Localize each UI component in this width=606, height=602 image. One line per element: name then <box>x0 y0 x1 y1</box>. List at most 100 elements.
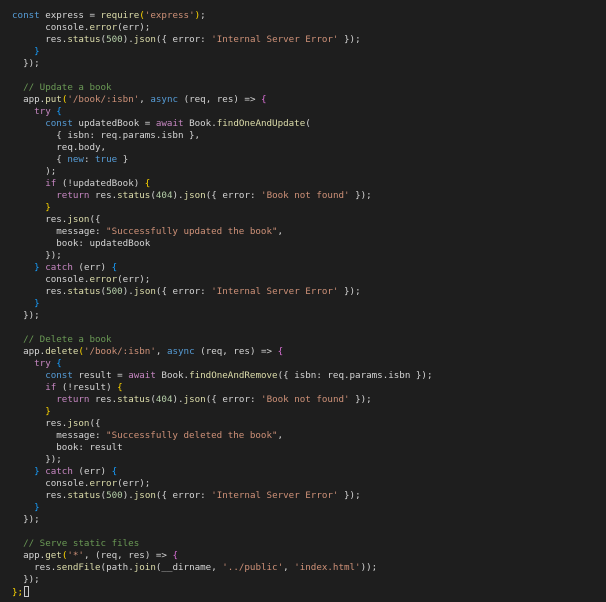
code-token: updatedBook = <box>72 118 156 129</box>
code-token: ). <box>122 286 134 297</box>
code-token: res. <box>12 214 68 225</box>
code-token: }; <box>12 587 24 598</box>
code-token: 'express' <box>144 10 195 21</box>
code-line: }; <box>12 586 606 598</box>
code-token: message: <box>12 430 107 441</box>
code-token: status <box>67 286 101 297</box>
code-token: book: result <box>12 442 123 453</box>
code-token: : <box>83 154 96 165</box>
code-line: if (!result) { <box>12 382 606 394</box>
code-token: )); <box>360 562 378 573</box>
code-line: // Serve static files <box>12 538 606 550</box>
code-token: json <box>67 214 90 225</box>
code-token: // Delete a book <box>12 334 112 345</box>
code-token: res. <box>12 34 68 45</box>
code-token: async <box>166 346 195 357</box>
code-token: await <box>155 118 184 129</box>
code-token: 404 <box>155 394 173 405</box>
code-line: }); <box>12 250 606 262</box>
code-editor[interactable]: const express = require('express'); cons… <box>0 0 606 602</box>
code-line: } catch (err) { <box>12 262 606 274</box>
code-line: res.status(500).json({ error: 'Internal … <box>12 490 606 502</box>
code-line: ); <box>12 166 606 178</box>
code-token: return <box>56 190 90 201</box>
code-token: , <box>283 562 295 573</box>
code-line: console.error(err); <box>12 274 606 286</box>
code-token: }); <box>12 454 62 465</box>
code-token: , (req, res) => <box>83 550 173 561</box>
code-token: ({ error: <box>205 394 262 405</box>
code-token: json <box>133 490 156 501</box>
code-token: { <box>277 346 284 357</box>
code-token: status <box>67 34 101 45</box>
code-token: (err); <box>117 22 151 33</box>
code-token: } <box>12 298 40 309</box>
code-token: }); <box>338 286 361 297</box>
code-token: (path. <box>100 562 134 573</box>
code-token: try <box>34 358 51 369</box>
code-line: }); <box>12 574 606 586</box>
code-line: try { <box>12 358 606 370</box>
code-token: { <box>172 550 179 561</box>
code-line: }); <box>12 454 606 466</box>
code-token: res. <box>12 562 57 573</box>
code-token: }); <box>12 574 40 585</box>
code-token: findOneAndUpdate <box>216 118 306 129</box>
code-token: }); <box>349 394 372 405</box>
code-token: { <box>144 178 151 189</box>
code-token: json <box>133 286 156 297</box>
code-token: ); <box>12 166 57 177</box>
code-token: (!result) <box>56 382 118 393</box>
code-token: app. <box>12 94 46 105</box>
code-token: // Update a book <box>12 82 112 93</box>
code-token: 'index.html' <box>294 562 361 573</box>
code-line: const updatedBook = await Book.findOneAn… <box>12 118 606 130</box>
code-line: return res.status(404).json({ error: 'Bo… <box>12 190 606 202</box>
code-line: console.error(err); <box>12 22 606 34</box>
code-token: { <box>111 466 118 477</box>
code-token: get <box>45 550 62 561</box>
code-token: '/book/:isbn' <box>83 346 156 357</box>
code-content: const express = require('express'); cons… <box>12 10 606 598</box>
code-token: }); <box>338 34 361 45</box>
code-token: , <box>277 226 284 237</box>
code-line: app.put('/book/:isbn', async (req, res) … <box>12 94 606 106</box>
code-token: join <box>133 562 156 573</box>
code-line: // Update a book <box>12 82 606 94</box>
code-token: ({ error: <box>155 490 212 501</box>
code-token: }); <box>12 58 40 69</box>
code-token: 'Book not found' <box>261 394 350 405</box>
code-token: json <box>183 190 206 201</box>
code-token: error <box>89 478 118 489</box>
code-line: return res.status(404).json({ error: 'Bo… <box>12 394 606 406</box>
code-line: console.error(err); <box>12 478 606 490</box>
code-line: try { <box>12 106 606 118</box>
code-token: app. <box>12 550 46 561</box>
code-token: ({ <box>89 214 101 225</box>
code-token: }); <box>12 514 40 525</box>
code-token: const <box>45 370 73 381</box>
code-token: }); <box>12 310 40 321</box>
code-token: res. <box>12 418 68 429</box>
code-token: json <box>183 394 206 405</box>
code-line: message: "Successfully updated the book"… <box>12 226 606 238</box>
code-token: { <box>261 94 267 105</box>
code-token: '/book/:isbn' <box>67 94 140 105</box>
code-token: "Successfully deleted the book" <box>106 430 278 441</box>
code-token: { <box>12 154 68 165</box>
code-token: (req, res) => <box>194 346 278 357</box>
code-token: console. <box>12 22 90 33</box>
code-token: 'Internal Server Error' <box>211 286 339 297</box>
code-token: new <box>67 154 84 165</box>
code-token: Book. <box>155 370 190 381</box>
code-line: const express = require('express'); <box>12 10 606 22</box>
code-line: } <box>12 202 606 214</box>
code-token: } <box>12 262 46 273</box>
code-line: res.json({ <box>12 418 606 430</box>
